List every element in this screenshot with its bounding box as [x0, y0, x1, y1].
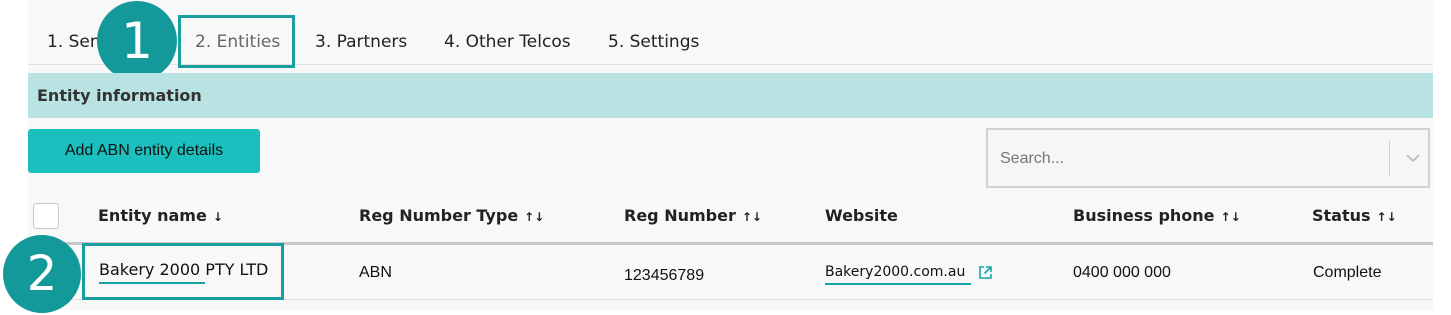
column-label: Business phone — [1073, 206, 1215, 225]
chevron-down-icon[interactable] — [1399, 144, 1427, 172]
business-phone-cell: 0400 000 000 — [1073, 264, 1171, 281]
column-header-entity-name[interactable]: Entity name ↓ — [98, 206, 223, 225]
column-header-business-phone[interactable]: Business phone ↑↓ — [1073, 206, 1241, 225]
column-label: Reg Number — [624, 206, 736, 225]
website-link[interactable]: Bakery2000.com.au — [825, 264, 965, 280]
column-header-reg-number[interactable]: Reg Number ↑↓ — [624, 206, 762, 225]
search-placeholder: Search... — [1000, 150, 1065, 167]
sort-icon[interactable]: ↑↓ — [742, 210, 762, 224]
column-header-reg-number-type[interactable]: Reg Number Type ↑↓ — [359, 206, 544, 225]
callout-badge-2: 2 — [3, 235, 81, 313]
tab-partners[interactable]: 3. Partners — [315, 32, 407, 52]
column-header-website: Website — [825, 206, 898, 225]
column-label: Reg Number Type — [359, 206, 519, 225]
search-input[interactable]: Search... — [986, 128, 1430, 188]
callout-box-tab-entities — [178, 15, 295, 68]
reg-type-cell: ABN — [359, 264, 392, 281]
tab-settings[interactable]: 5. Settings — [608, 32, 699, 52]
callout-box-entity-name — [82, 243, 284, 300]
reg-number-cell: 123456789 — [624, 267, 705, 284]
sort-icon[interactable]: ↑↓ — [524, 210, 544, 224]
add-abn-entity-button[interactable]: Add ABN entity details — [28, 129, 260, 173]
column-label: Status — [1312, 206, 1371, 225]
search-separator — [1389, 140, 1390, 176]
tab-senders[interactable]: 1. Sen — [47, 32, 101, 52]
sort-icon[interactable]: ↓ — [213, 210, 223, 224]
section-title: Entity information — [37, 86, 202, 105]
status-cell: Complete — [1313, 264, 1382, 281]
tab-other-telcos[interactable]: 4. Other Telcos — [444, 32, 571, 52]
section-header: Entity information — [28, 73, 1433, 118]
external-link-icon[interactable] — [978, 265, 993, 280]
select-all-checkbox[interactable] — [33, 203, 59, 229]
callout-badge-1: 1 — [97, 1, 177, 81]
column-header-status[interactable]: Status ↑↓ — [1312, 206, 1397, 225]
sort-icon[interactable]: ↑↓ — [1377, 210, 1397, 224]
column-label: Entity name — [98, 206, 207, 225]
website-underline — [825, 283, 971, 285]
sort-icon[interactable]: ↑↓ — [1221, 210, 1241, 224]
column-label: Website — [825, 206, 898, 225]
